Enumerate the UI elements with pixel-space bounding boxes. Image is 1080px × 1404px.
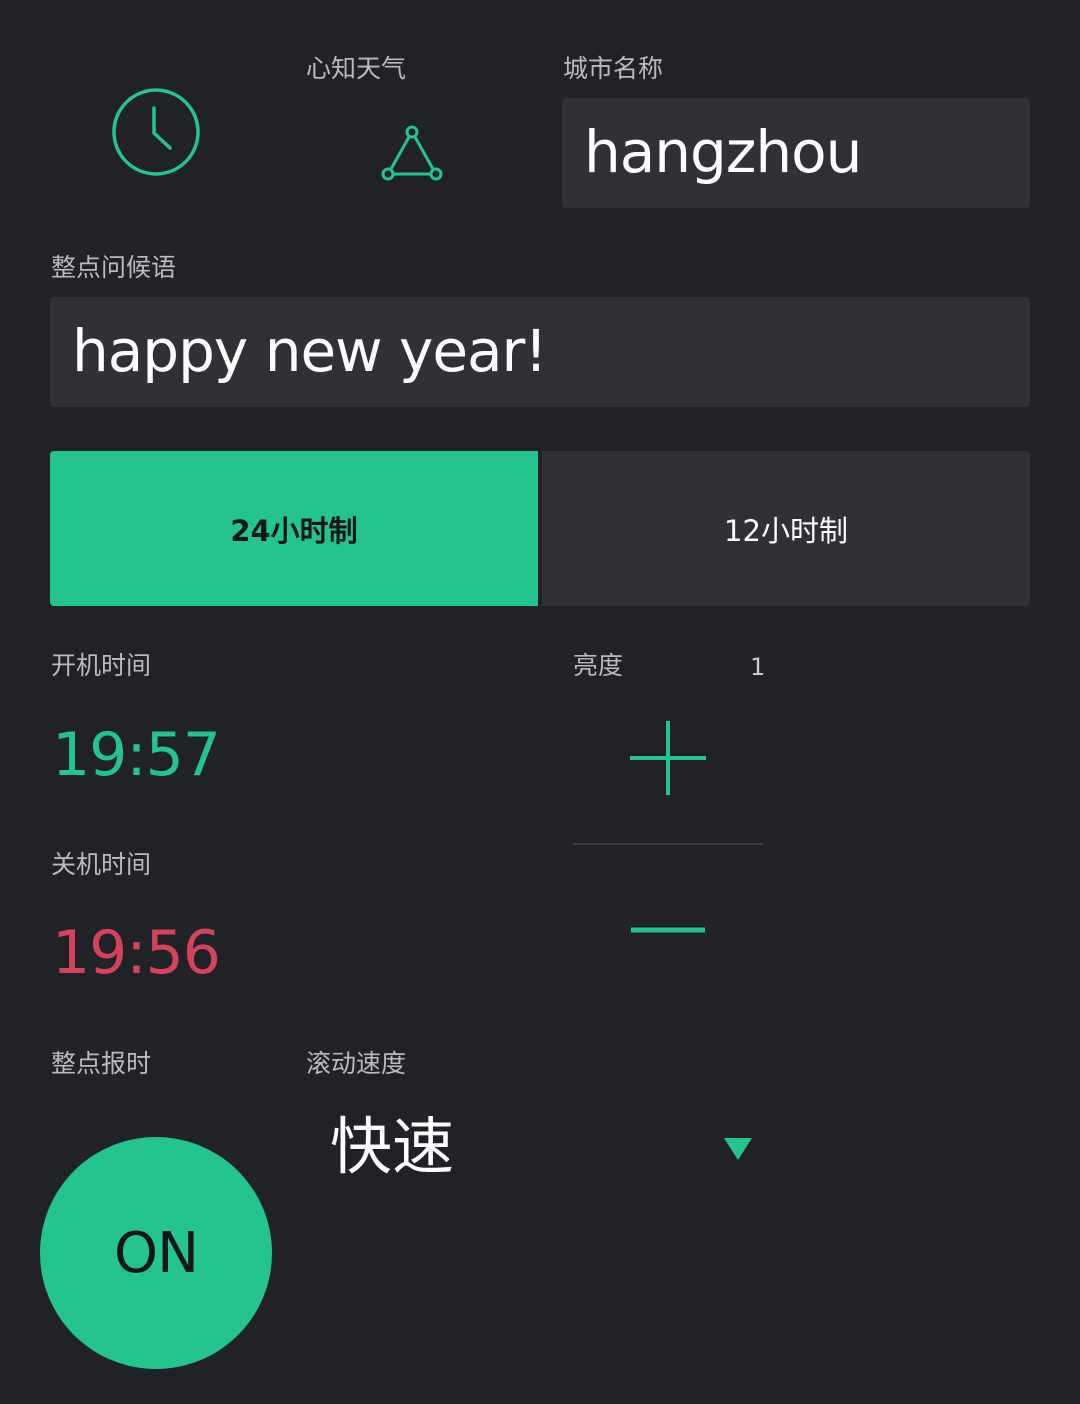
webhook-icon[interactable]: [380, 124, 444, 182]
brightness-label: 亮度: [573, 651, 624, 680]
clock-icon[interactable]: [110, 86, 202, 178]
webhook-label: 心知天气: [306, 54, 407, 83]
scroll-speed-select-value[interactable]: 快速: [330, 1108, 454, 1186]
power-on-time-value[interactable]: 19:57: [52, 720, 221, 790]
hourly-chime-toggle-button[interactable]: ON: [40, 1137, 272, 1369]
power-off-time-label: 关机时间: [51, 850, 152, 879]
time-format-segmented-control: 24小时制 12小时制: [50, 451, 1030, 606]
scroll-speed-label: 滚动速度: [306, 1049, 407, 1078]
city-label: 城市名称: [563, 54, 664, 83]
brightness-value: 1: [750, 653, 766, 681]
stepper-divider: [573, 843, 763, 845]
minus-icon: [631, 927, 705, 933]
city-input[interactable]: hangzhou: [562, 98, 1030, 208]
brightness-decrease-button[interactable]: [628, 910, 708, 950]
time-format-24h-option[interactable]: 24小时制: [50, 451, 538, 606]
hourly-chime-label: 整点报时: [51, 1049, 152, 1078]
power-off-time-value[interactable]: 19:56: [52, 918, 221, 988]
greeting-input-value: happy new year!: [72, 317, 548, 385]
dropdown-arrow-icon[interactable]: [722, 1136, 754, 1162]
power-on-time-label: 开机时间: [51, 651, 152, 680]
plus-icon: [630, 721, 706, 795]
city-input-value: hangzhou: [584, 118, 862, 186]
brightness-increase-button[interactable]: [628, 718, 708, 798]
time-format-12h-option[interactable]: 12小时制: [542, 451, 1030, 606]
greeting-input[interactable]: happy new year!: [50, 297, 1030, 407]
greeting-label: 整点问候语: [51, 253, 177, 282]
hourly-chime-toggle-label: ON: [114, 1220, 199, 1286]
